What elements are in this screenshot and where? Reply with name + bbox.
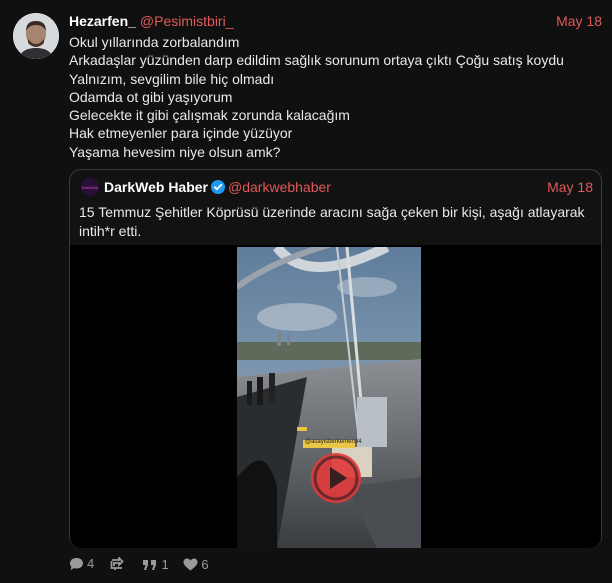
user-handle[interactable]: @Pesimistbiri_ — [140, 13, 234, 29]
quoted-header: DarkWeb Haber @darkwebhaber May 18 — [104, 178, 593, 196]
tweet-line: Odamda ot gibi yaşıyorum — [69, 88, 233, 105]
quoted-avatar[interactable]: DarkWeb — [81, 178, 99, 196]
reply-count: 4 — [87, 556, 95, 571]
play-button[interactable] — [311, 453, 361, 503]
heart-icon — [183, 558, 198, 571]
quoted-display-name[interactable]: DarkWeb Haber — [104, 179, 208, 195]
quote-icon — [143, 560, 157, 570]
reply-icon — [70, 558, 83, 570]
retweet-icon — [110, 557, 124, 570]
video-watermark: @asayisberkemen34 — [305, 439, 362, 445]
tweet-line: Hak etmeyenler para içinde yüzüyor — [69, 125, 293, 142]
quoted-handle[interactable]: @darkwebhaber — [228, 179, 331, 195]
quoted-tweet[interactable]: DarkWeb DarkWeb Haber @darkwebhaber May 1… — [69, 169, 602, 548]
tweet-text: Okul yıllarında zorbalandım Arkadaşlar y… — [69, 33, 600, 161]
like-button[interactable]: 6 — [183, 556, 209, 573]
like-count: 6 — [201, 556, 209, 572]
tweet-line: Gelecekte it gibi çalışmak zorunda kalac… — [69, 107, 350, 124]
retweet-button[interactable] — [109, 557, 128, 571]
play-icon — [313, 455, 359, 501]
tweet-line: Yalnızım, sevgilim bile hiç olmadı — [69, 70, 275, 87]
quoted-date[interactable]: May 18 — [547, 178, 593, 196]
avatar[interactable] — [13, 13, 59, 59]
tweet-line: Arkadaşlar yüzünden darp edildim sağlık … — [69, 52, 564, 69]
quote-count: 1 — [161, 557, 169, 572]
quoted-text: 15 Temmuz Şehitler Köprüsü üzerinde arac… — [79, 204, 585, 239]
display-name[interactable]: Hezarfen_ — [69, 13, 136, 29]
video-player[interactable]: @asayisberkemen34 — [70, 245, 601, 548]
reply-button[interactable]: 4 — [69, 556, 94, 572]
tweet-date[interactable]: May 18 — [556, 12, 602, 30]
quote-button[interactable]: 1 — [142, 557, 169, 573]
tweet-line: Yaşama hevesim niye olsun amk? — [69, 143, 281, 160]
quoted-avatar-text: DarkWeb — [81, 184, 99, 190]
tweet-actions: 4 1 6 — [69, 556, 220, 572]
verified-badge-icon — [211, 180, 226, 194]
tweet-header: Hezarfen_ @Pesimistbiri_ May 18 — [69, 12, 602, 30]
tweet-line: Okul yıllarında zorbalandım — [69, 34, 240, 50]
